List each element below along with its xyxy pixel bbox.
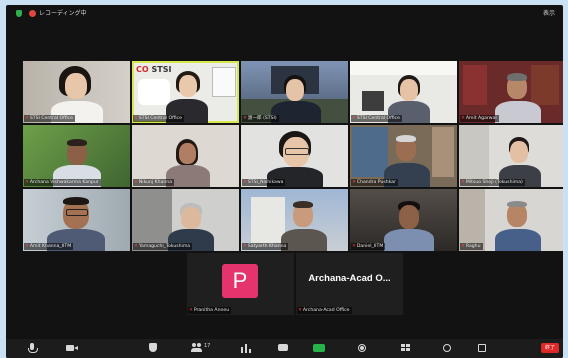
participant-name: ✕STSI_Nishikawa: [242, 179, 286, 186]
muted-mic-icon: ✕: [134, 180, 138, 185]
muted-mic-icon: ✕: [134, 116, 138, 121]
security-icon[interactable]: [147, 343, 159, 353]
video-tile-name-only[interactable]: Archana-Acad O... ✕Archana-Acad Office: [296, 253, 403, 315]
muted-mic-icon: ✕: [189, 308, 193, 313]
security-shield-icon[interactable]: [16, 10, 22, 17]
meeting-toolbar: 17 終了: [6, 339, 563, 358]
top-bar: レコーディング中 表示: [6, 5, 563, 23]
participant-name: ✕Mitsuo Shoji (Tokushima): [460, 179, 525, 186]
participant-name: ✕Archana Vishwakarma Kanpur: [24, 179, 101, 186]
building-background: [251, 197, 285, 247]
chair-background: [362, 91, 384, 111]
video-tile[interactable]: ✕STSI Central Office: [23, 61, 130, 123]
participant-name: ✕Chandra Pushkar: [351, 179, 398, 186]
bookshelf-background: [352, 127, 388, 177]
muted-mic-icon: ✕: [243, 116, 247, 121]
video-tile[interactable]: ✕Archana Vishwakarma Kanpur: [23, 125, 130, 187]
share-screen-icon[interactable]: [313, 343, 325, 353]
video-tile[interactable]: ✕Chandra Pushkar: [350, 125, 457, 187]
participant-name: ✕Amit Khanna_IITM: [24, 243, 74, 250]
video-tile[interactable]: ✕Mitsuo Shoji (Tokushima): [459, 125, 563, 187]
breakout-rooms-icon[interactable]: [400, 343, 412, 353]
glasses: [285, 148, 309, 155]
chat-icon[interactable]: [277, 343, 289, 353]
muted-mic-icon: ✕: [352, 180, 356, 185]
video-tile[interactable]: ✕Yamaguchi_Tokushima: [132, 189, 239, 251]
japan-map-image: [212, 67, 236, 97]
stsi-logo: CO STSI: [136, 65, 172, 74]
glasses: [66, 209, 88, 216]
view-button[interactable]: 表示: [543, 8, 555, 17]
participant-name: ✕Pranitha Anneu: [188, 307, 232, 314]
muted-mic-icon: ✕: [25, 244, 29, 249]
video-tile[interactable]: ✕Nikunj Khanna: [132, 125, 239, 187]
muted-mic-icon: ✕: [243, 180, 247, 185]
participant-name: ✕Satyarth Khanna: [242, 243, 289, 250]
video-tile[interactable]: ✕STSI Central Office: [350, 61, 457, 123]
end-meeting-button[interactable]: 終了: [541, 343, 559, 353]
participant-display-name: Archana-Acad O...: [308, 273, 391, 284]
video-tile[interactable]: ✕STSI_Nishikawa: [241, 125, 348, 187]
muted-mic-icon: ✕: [298, 308, 302, 313]
reactions-icon[interactable]: [441, 343, 453, 353]
recording-icon: [29, 10, 36, 17]
participants-icon[interactable]: 17: [191, 343, 211, 353]
video-tile[interactable]: ✕Amit Agarwal: [459, 61, 563, 123]
record-icon[interactable]: [356, 343, 368, 353]
participant-name: ✕Daniel_IITM: [351, 243, 386, 250]
apps-icon[interactable]: [476, 343, 488, 353]
participant-count: 17: [204, 343, 211, 349]
muted-mic-icon: ✕: [243, 244, 247, 249]
muted-mic-icon: ✕: [134, 244, 138, 249]
participant-name: ✕STSI Central Office: [24, 115, 75, 122]
participant-name: ✕Amit Agarwal: [460, 115, 499, 122]
participant-name: ✕Raghu: [460, 243, 483, 250]
muted-mic-icon: ✕: [25, 180, 29, 185]
recording-label: レコーディング中: [39, 10, 87, 17]
india-map-image: [138, 79, 170, 105]
video-tile-avatar[interactable]: P ✕Pranitha Anneu: [187, 253, 294, 315]
video-tile[interactable]: ✕Daniel_IITM: [350, 189, 457, 251]
video-tile[interactable]: ✕Amit Khanna_IITM: [23, 189, 130, 251]
muted-mic-icon: ✕: [461, 180, 465, 185]
participant-name: ✕STSI Central Office: [351, 115, 402, 122]
video-tile[interactable]: ✕Satyarth Khanna: [241, 189, 348, 251]
muted-mic-icon: ✕: [352, 116, 356, 121]
muted-mic-icon: ✕: [25, 116, 29, 121]
microphone-icon[interactable]: [26, 343, 38, 353]
participant-name: ✕STSI Central Office: [133, 115, 184, 122]
polls-icon[interactable]: [240, 343, 252, 353]
avatar: P: [222, 264, 258, 298]
video-icon[interactable]: [66, 343, 78, 353]
participant-name: ✕Nikunj Khanna: [133, 179, 175, 186]
participant-name: ✕渡一郎 (STSI): [242, 115, 279, 122]
participant-name: ✕Archana-Acad Office: [297, 307, 352, 314]
video-tile[interactable]: ✕Raghu: [459, 189, 563, 251]
video-tile[interactable]: ✕渡一郎 (STSI): [241, 61, 348, 123]
meeting-window: レコーディング中 表示 ✕STSI Central Office CO STSI…: [6, 5, 563, 358]
video-tile-active-speaker[interactable]: CO STSI ✕STSI Central Office: [132, 61, 239, 123]
muted-mic-icon: ✕: [461, 244, 465, 249]
muted-mic-icon: ✕: [461, 116, 465, 121]
bookshelf-background: [463, 65, 487, 105]
participant-name: ✕Yamaguchi_Tokushima: [133, 243, 193, 250]
muted-mic-icon: ✕: [352, 244, 356, 249]
